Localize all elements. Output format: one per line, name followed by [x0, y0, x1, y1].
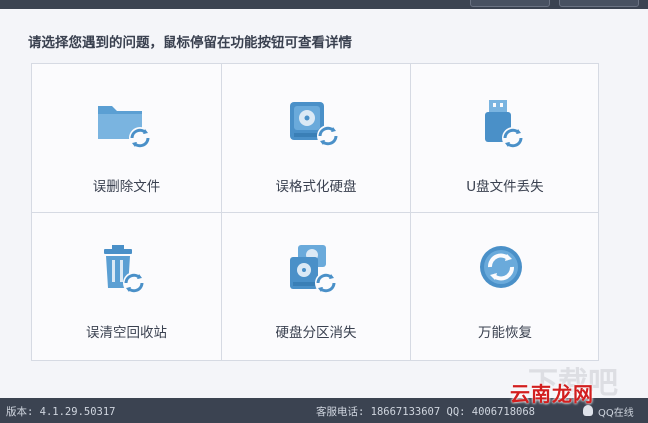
tile-usb-lost[interactable]: U盘文件丢失 [410, 64, 599, 212]
tile-deleted-files[interactable]: 误删除文件 [32, 64, 221, 212]
tile-universal-recovery[interactable]: 万能恢复 [410, 212, 599, 360]
version-text: 版本: 4.1.29.50317 [6, 406, 116, 418]
instruction-text: 请选择您遇到的问题，鼠标停留在功能按钮可查看详情 [28, 35, 352, 51]
recovery-options-grid: 误删除文件 误格式化硬盘 U盘文件丢失 误清空回收站 硬盘分区消失 万能恢复 [31, 63, 599, 361]
tile-formatted-disk[interactable]: 误格式化硬盘 [221, 64, 410, 212]
tile-label: U盘文件丢失 [466, 179, 544, 195]
folder-recover-icon [98, 106, 151, 149]
tile-label: 误删除文件 [92, 179, 161, 195]
service-contact-text: 客服电话: 18667133607 QQ: 4006718068 [316, 406, 536, 418]
toolbar-button-1[interactable] [470, 0, 550, 7]
toolbar-button-2[interactable] [559, 0, 639, 7]
tile-label: 误清空回收站 [86, 325, 167, 341]
tile-label: 硬盘分区消失 [275, 325, 357, 341]
partition-recover-icon [290, 245, 337, 294]
universal-recover-icon [480, 246, 522, 288]
qq-online-link[interactable]: QQ在线 [598, 404, 634, 419]
harddisk-recover-icon [290, 102, 339, 147]
top-toolbar [0, 0, 648, 9]
tile-label: 万能恢复 [478, 325, 532, 341]
usb-drive-recover-icon [485, 100, 524, 149]
site-watermark: 云南龙网 [510, 382, 594, 406]
tile-label: 误格式化硬盘 [275, 179, 357, 195]
tile-partition-lost[interactable]: 硬盘分区消失 [221, 212, 410, 360]
tile-emptied-recycle-bin[interactable]: 误清空回收站 [32, 212, 221, 360]
recycle-bin-recover-icon [104, 245, 145, 294]
